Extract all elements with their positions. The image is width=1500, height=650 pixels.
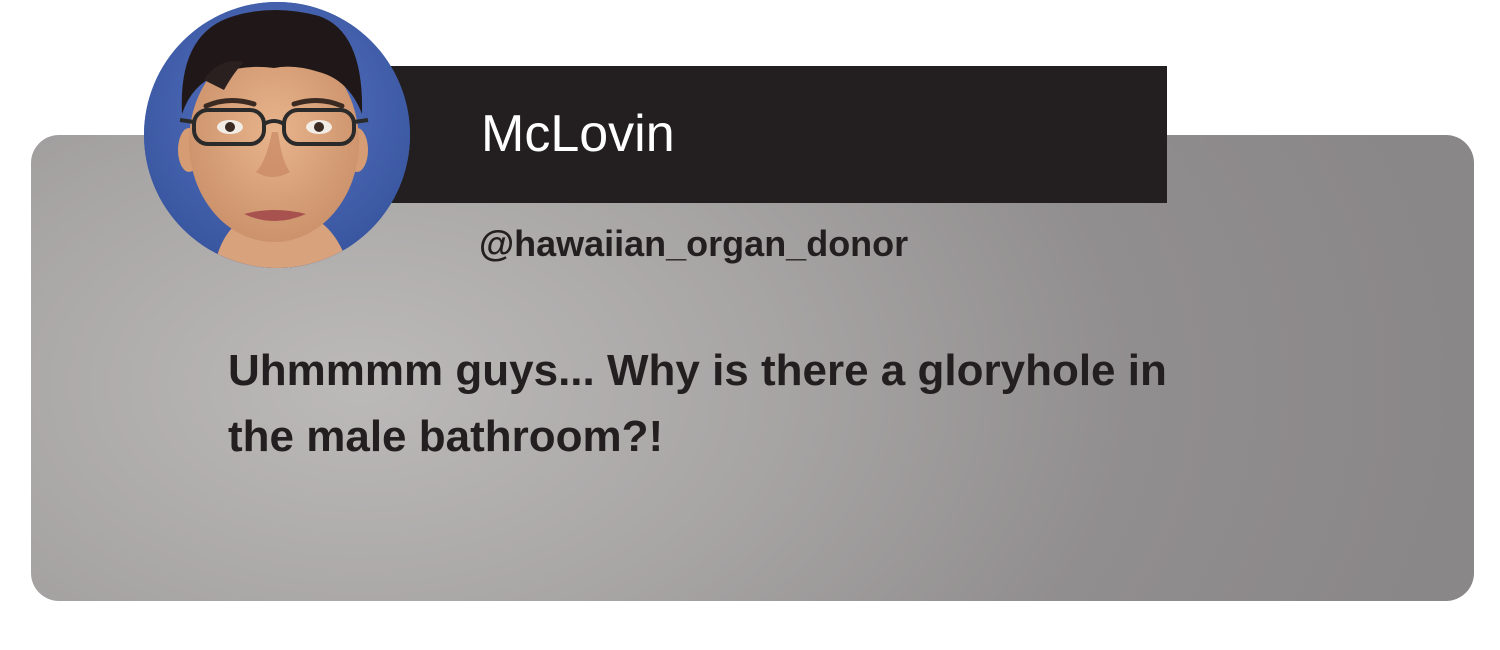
post-message: Uhmmmm guys... Why is there a gloryhole … (228, 346, 1167, 461)
name-banner: McLovin (385, 66, 1167, 203)
display-name: McLovin (481, 105, 675, 163)
profile-photo-icon (144, 2, 410, 268)
user-handle[interactable]: @hawaiian_organ_donor (479, 222, 908, 266)
avatar[interactable] (144, 2, 410, 268)
